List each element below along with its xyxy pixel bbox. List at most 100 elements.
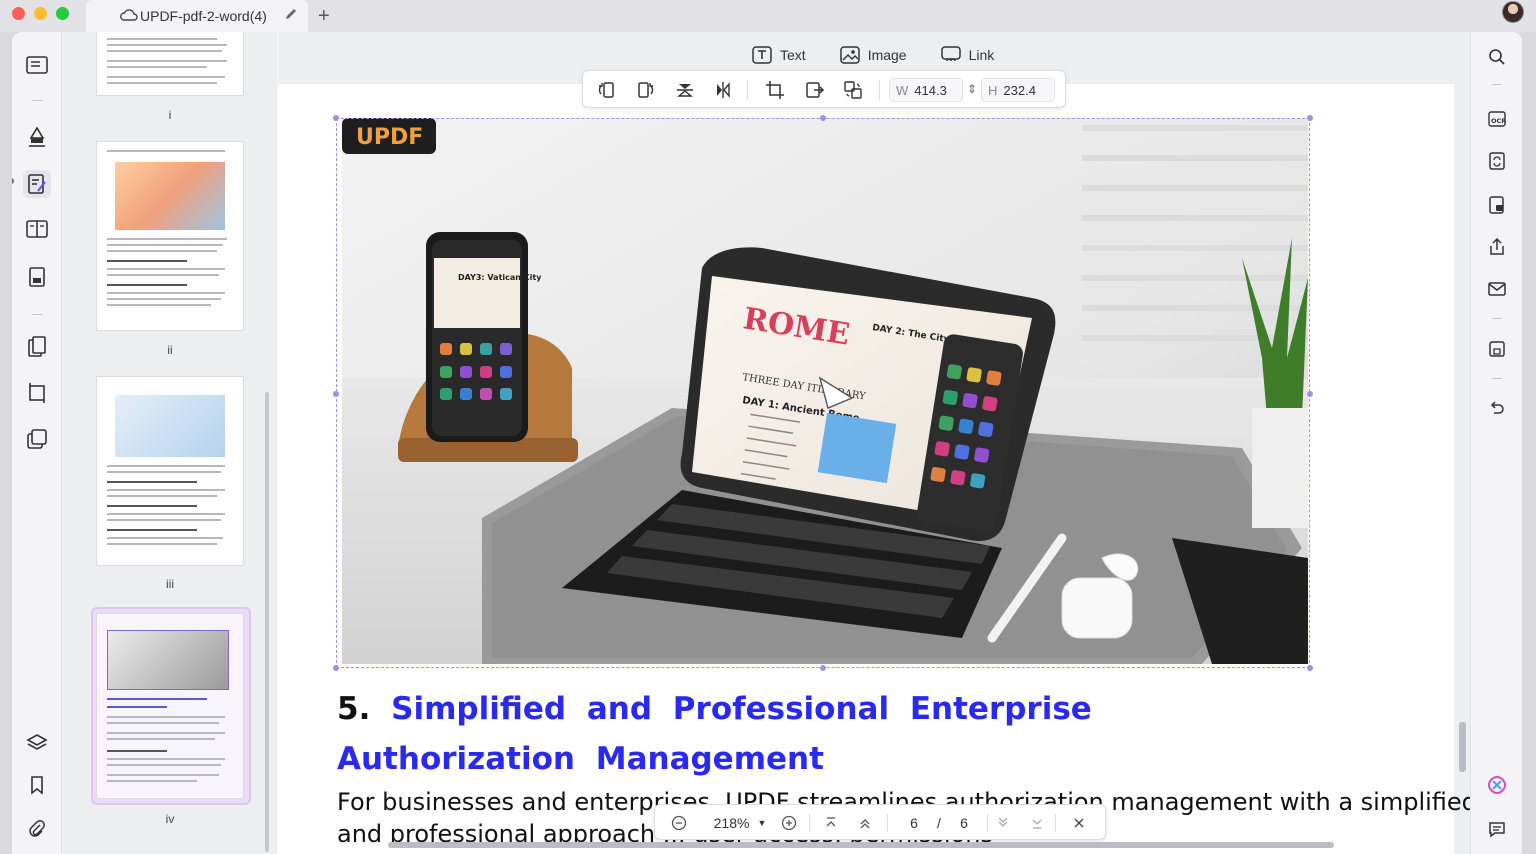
resize-handle[interactable] — [333, 115, 339, 121]
last-page-icon[interactable] — [1027, 813, 1047, 833]
attachment-icon[interactable] — [26, 818, 48, 840]
add-image-button[interactable]: Image — [839, 46, 907, 64]
height-value: 232.4 — [1003, 82, 1036, 98]
organize-pages-icon[interactable] — [26, 336, 48, 358]
thumbnail-page[interactable] — [97, 377, 243, 565]
comment-icon[interactable] — [1486, 818, 1508, 840]
zoom-level-dropdown[interactable]: 218% ▼ — [705, 813, 775, 833]
link-label: Link — [968, 47, 995, 63]
first-page-icon[interactable] — [821, 813, 841, 833]
image-label: Image — [867, 47, 907, 63]
minimize-window-button[interactable] — [34, 7, 47, 20]
image-selection-frame[interactable] — [333, 115, 1313, 671]
crop-image-icon[interactable] — [765, 80, 785, 100]
heading-number: 5. — [337, 691, 371, 727]
close-nav-icon[interactable] — [1069, 813, 1089, 833]
thumbnail-page[interactable] — [97, 32, 243, 95]
image-icon — [839, 46, 860, 64]
section-heading[interactable]: 5. Simplified and Professional Enterpris… — [337, 684, 1237, 784]
horizontal-scrollbar[interactable] — [388, 842, 1334, 848]
previous-page-icon[interactable] — [855, 813, 875, 833]
edit-menu: Text Image Link — [752, 46, 994, 64]
link-icon — [940, 46, 961, 62]
thumbnail-page[interactable] — [97, 142, 243, 330]
thumbnail-label: iv — [165, 812, 175, 826]
thumbnail-label: i — [168, 108, 172, 122]
total-pages: 6 — [960, 815, 968, 831]
pencil-icon[interactable] — [284, 7, 298, 21]
close-window-button[interactable] — [12, 7, 25, 20]
resize-handle[interactable] — [820, 665, 826, 671]
layers-icon[interactable] — [26, 732, 48, 754]
left-toolbar — [12, 32, 62, 854]
document-tab[interactable]: UPDF-pdf-2-word(4) — [86, 0, 308, 32]
heading-text: Simplified and Professional Enterprise A… — [337, 691, 1092, 777]
rotate-right-icon[interactable] — [635, 80, 655, 100]
height-field[interactable]: H 232.4 — [981, 78, 1055, 102]
tab-title: UPDF-pdf-2-word(4) — [140, 8, 267, 24]
thumbnail-panel: i ii iii iv — [63, 32, 277, 854]
extract-image-icon[interactable] — [805, 80, 825, 100]
save-icon[interactable] — [1486, 338, 1508, 360]
text-icon — [752, 46, 772, 64]
avatar[interactable] — [1502, 1, 1524, 23]
resize-handle[interactable] — [1307, 391, 1313, 397]
zoom-in-icon[interactable] — [779, 813, 799, 833]
page-nav-bar: 218% ▼ 6 / 6 — [654, 804, 1106, 840]
share-icon[interactable] — [1486, 236, 1508, 258]
current-page-value: 6 — [910, 815, 918, 831]
add-text-button[interactable]: Text — [752, 46, 806, 64]
crop-icon[interactable] — [26, 382, 48, 404]
page-layout-icon[interactable] — [26, 218, 48, 240]
width-label: W — [896, 82, 909, 98]
app-window: i ii iii iv Text Image Link W 414.3 ⇕ H … — [12, 32, 1522, 854]
resize-handle[interactable] — [1307, 115, 1313, 121]
edit-pdf-icon[interactable] — [23, 170, 51, 198]
replace-image-icon[interactable] — [843, 80, 863, 100]
compress-icon[interactable] — [26, 428, 48, 450]
add-link-button[interactable]: Link — [940, 46, 995, 64]
svg-text:OCR: OCR — [1491, 117, 1506, 125]
resize-handle[interactable] — [820, 115, 826, 121]
thumbnail-scrollbar[interactable] — [265, 392, 269, 852]
image-toolbar: W 414.3 ⇕ H 232.4 — [582, 70, 1066, 108]
ai-assistant-icon[interactable] — [1486, 774, 1508, 796]
lock-ratio-icon[interactable]: ⇕ — [967, 82, 977, 96]
search-icon[interactable] — [1486, 46, 1508, 68]
cloud-icon — [120, 9, 138, 21]
resize-handle[interactable] — [333, 391, 339, 397]
reader-icon[interactable] — [26, 54, 48, 76]
right-toolbar: OCR — [1470, 32, 1522, 854]
thumbnail-label: ii — [167, 343, 173, 357]
title-bar: UPDF-pdf-2-word(4) + — [0, 0, 1536, 32]
email-icon[interactable] — [1486, 278, 1508, 300]
thumbnail-page-selected[interactable] — [97, 614, 243, 798]
zoom-value: 218% — [713, 815, 750, 831]
height-label: H — [988, 82, 998, 98]
resize-handle[interactable] — [333, 665, 339, 671]
bookmark-icon[interactable] — [26, 774, 48, 796]
page-separator: / — [937, 815, 941, 831]
zoom-out-icon[interactable] — [669, 813, 689, 833]
convert-icon[interactable] — [1486, 150, 1508, 172]
ocr-icon[interactable]: OCR — [1486, 108, 1508, 130]
undo-icon[interactable] — [1486, 398, 1508, 420]
text-label: Text — [780, 47, 806, 63]
new-tab-button[interactable]: + — [318, 5, 330, 28]
active-indicator — [12, 178, 14, 184]
vertical-scrollbar[interactable] — [1459, 722, 1466, 772]
zoom-window-button[interactable] — [56, 7, 69, 20]
flip-vertical-icon[interactable] — [675, 80, 695, 100]
form-icon[interactable] — [26, 266, 48, 288]
highlighter-icon[interactable] — [26, 126, 48, 148]
thumbnail-label: iii — [166, 577, 174, 591]
resize-handle[interactable] — [1307, 665, 1313, 671]
chevron-down-icon: ▼ — [757, 818, 767, 828]
width-field[interactable]: W 414.3 — [889, 78, 963, 102]
next-page-icon[interactable] — [993, 813, 1013, 833]
flip-horizontal-icon[interactable] — [713, 80, 733, 100]
width-value: 414.3 — [914, 82, 947, 98]
rotate-left-icon[interactable] — [597, 80, 617, 100]
current-page-input[interactable]: 6 — [899, 813, 929, 833]
protect-icon[interactable] — [1486, 194, 1508, 216]
